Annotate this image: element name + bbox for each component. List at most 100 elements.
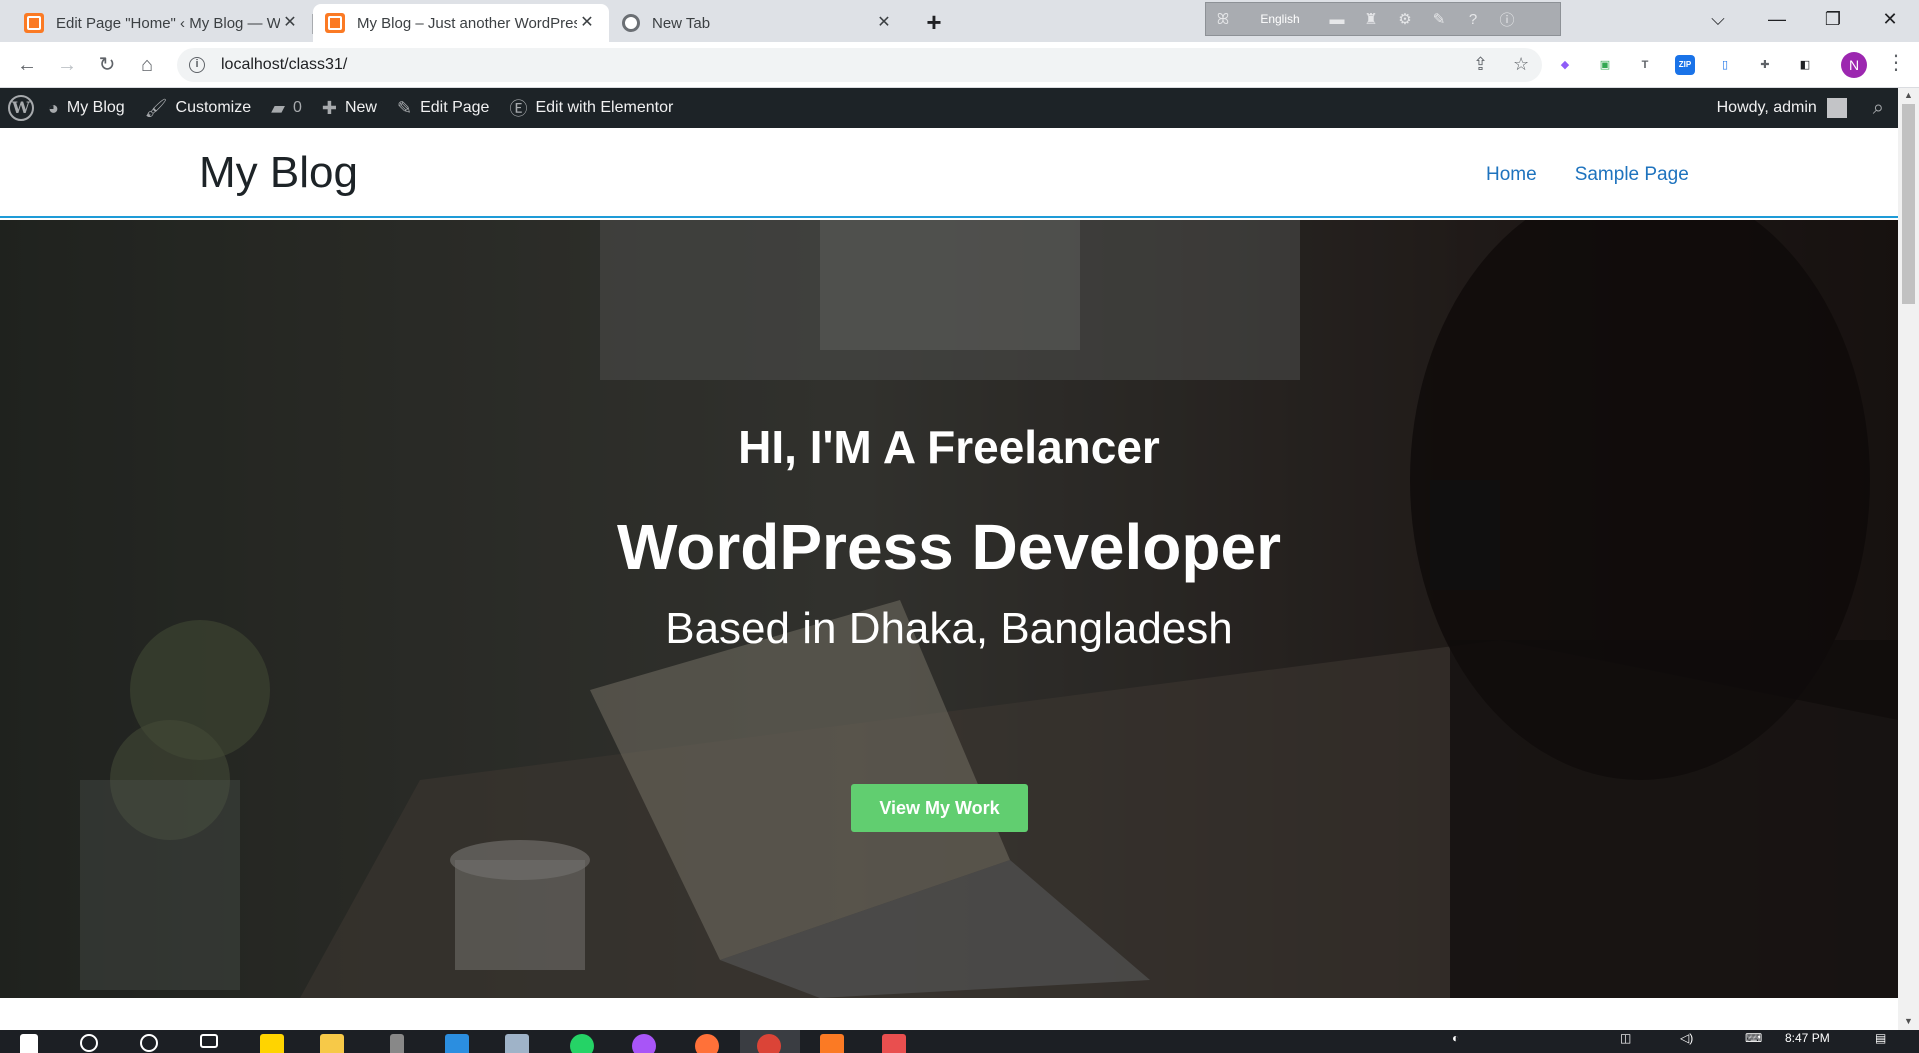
tab-edit-page[interactable]: Edit Page "Home" ‹ My Blog — W ✕ (12, 4, 312, 42)
comments-count: 0 (292, 99, 302, 116)
pencil-icon: ✎ (396, 97, 413, 118)
admin-customize-link[interactable]: 🖌 Customize (135, 88, 261, 128)
next-section (0, 998, 1898, 1030)
admin-site-link[interactable]: ◕ My Blog (38, 88, 135, 128)
hero-eyebrow: HI, I'M A Freelancer (738, 421, 1160, 473)
taskbar-clock[interactable]: 8:47 PM (1785, 1031, 1830, 1045)
brush-icon: 🖌 (144, 97, 168, 118)
notification-icon[interactable]: ▤ (1875, 1031, 1886, 1045)
sticky-notes-icon[interactable] (260, 1034, 284, 1053)
tab-strip: Edit Page "Home" ‹ My Blog — W ✕ My Blog… (0, 0, 1919, 42)
start-icon[interactable] (20, 1034, 38, 1053)
language-toolbar: ꕤ English ▬ ♜ ⚙ ✎ ? ⓘ (1205, 2, 1561, 36)
minimize-button[interactable]: — (1749, 0, 1805, 38)
search-icon[interactable]: ⌕ (1873, 97, 1884, 120)
network-icon[interactable]: ◫ (1620, 1031, 1631, 1045)
back-button[interactable]: ← (12, 50, 42, 80)
admin-elementor-link[interactable]: Ⓔ Edit with Elementor (499, 88, 683, 128)
extensions-icon[interactable]: ✚ (1755, 55, 1775, 75)
whatsapp-icon[interactable] (570, 1034, 594, 1053)
view-my-work-button[interactable]: View My Work (851, 784, 1028, 832)
help-icon[interactable]: ? (1456, 11, 1490, 28)
firefox-icon[interactable] (695, 1034, 719, 1053)
url-text[interactable]: localhost/class31/ (221, 56, 347, 74)
forward-button[interactable]: → (52, 50, 82, 80)
page-viewport: W ◕ My Blog 🖌 Customize ▰ 0 ✚ New ✎ Edit… (0, 88, 1898, 1030)
tab-title: My Blog – Just another WordPres (357, 14, 577, 32)
comment-bubble-icon: ▰ (271, 97, 285, 118)
site-title[interactable]: My Blog (199, 148, 358, 198)
task-view-icon[interactable] (200, 1034, 218, 1048)
windows-taskbar: ◐ ◫ ◁) ⌨ 8:47 PM ▤ (0, 1030, 1919, 1053)
ext-image-icon[interactable]: ▣ (1595, 55, 1615, 75)
tab-new-tab[interactable]: New Tab ✕ (610, 4, 906, 42)
chrome-icon (622, 14, 640, 32)
pen-icon[interactable]: ✎ (1422, 10, 1456, 28)
howdy-user[interactable]: Howdy, admin (1717, 99, 1817, 117)
tool-icon[interactable]: ♜ (1354, 10, 1388, 28)
share-icon[interactable]: ⇪ (1473, 54, 1488, 75)
vscode-icon[interactable] (445, 1034, 469, 1053)
close-icon[interactable]: ✕ (577, 13, 597, 33)
wordpress-logo-icon[interactable]: W (8, 95, 34, 121)
hero-section: HI, I'M A Freelancer WordPress Developer… (0, 220, 1898, 998)
site-header: My Blog Home Sample Page (0, 128, 1898, 218)
paint-icon[interactable] (882, 1034, 906, 1053)
main-navigation: Home Sample Page (1486, 164, 1689, 186)
admin-edit-page-link[interactable]: ✎ Edit Page (387, 88, 499, 128)
messenger-icon[interactable] (632, 1034, 656, 1053)
xampp-taskbar-icon[interactable] (820, 1034, 844, 1053)
admin-new-link[interactable]: ✚ New (312, 88, 387, 128)
ext-zip-icon[interactable]: ZIP (1675, 55, 1695, 75)
bookmark-star-icon[interactable]: ☆ (1513, 54, 1529, 75)
page-scrollbar[interactable]: ▲ ▼ (1898, 88, 1919, 1030)
close-icon[interactable]: ✕ (280, 13, 300, 33)
user-avatar[interactable] (1826, 98, 1847, 118)
nav-sample-page[interactable]: Sample Page (1575, 164, 1689, 186)
ext-puzzle-color-icon[interactable]: ◆ (1555, 55, 1575, 75)
side-panel-icon[interactable]: ◧ (1795, 55, 1815, 75)
dashboard-icon: ◕ (48, 97, 59, 118)
keyboard-icon[interactable]: ▬ (1320, 11, 1354, 28)
browser-toolbar: ← → ↻ ⌂ i localhost/class31/ ⇪ ☆ ◆ ▣ T ZIP ▯… (0, 42, 1919, 88)
reload-button[interactable]: ↻ (92, 50, 122, 80)
site-info-icon[interactable]: i (189, 57, 205, 73)
ext-font-icon[interactable]: T (1635, 55, 1655, 75)
ext-phone-icon[interactable]: ▯ (1715, 55, 1735, 75)
language-selector[interactable]: English (1240, 12, 1320, 26)
address-bar[interactable]: i localhost/class31/ ⇪ ☆ (177, 48, 1542, 82)
admin-comments-link[interactable]: ▰ 0 (261, 88, 312, 128)
info-icon[interactable]: ⓘ (1490, 9, 1524, 30)
restore-button[interactable]: ❐ (1805, 0, 1861, 38)
notepad-icon[interactable] (505, 1034, 529, 1053)
file-explorer-icon[interactable] (320, 1034, 344, 1053)
tab-search-button[interactable]: ⌵ (1690, 0, 1746, 38)
admin-site-label: My Blog (66, 99, 125, 116)
close-icon[interactable]: ✕ (874, 13, 894, 33)
cortana-icon[interactable] (140, 1034, 158, 1052)
profile-avatar[interactable]: N (1841, 52, 1867, 78)
settings-icon[interactable]: ⚙ (1388, 10, 1422, 28)
input-method-icon[interactable]: ꕤ (1206, 11, 1240, 28)
chrome-taskbar-icon[interactable] (757, 1034, 781, 1053)
elementor-icon: Ⓔ (509, 99, 528, 119)
new-tab-button[interactable]: + (918, 7, 950, 39)
tab-title: Edit Page "Home" ‹ My Blog — W (56, 14, 280, 32)
keyboard-layout-icon[interactable]: ⌨ (1745, 1031, 1762, 1045)
search-icon[interactable] (80, 1034, 98, 1052)
close-window-button[interactable]: ✕ (1862, 0, 1918, 38)
nav-home[interactable]: Home (1486, 164, 1537, 186)
tab-my-blog[interactable]: My Blog – Just another WordPres ✕ (313, 4, 609, 42)
scroll-thumb[interactable] (1902, 104, 1915, 304)
admin-edit-page-label: Edit Page (420, 99, 490, 116)
xampp-icon (24, 13, 44, 33)
scroll-up-icon[interactable]: ▲ (1902, 90, 1915, 102)
hero-location: Based in Dhaka, Bangladesh (665, 604, 1233, 653)
menu-icon[interactable]: ⋮ (1886, 50, 1906, 75)
scroll-down-icon[interactable]: ▼ (1902, 1016, 1915, 1028)
weather-icon[interactable]: ◐ (1452, 1031, 1459, 1045)
volume-icon[interactable]: ◁) (1680, 1031, 1693, 1045)
home-button[interactable]: ⌂ (132, 50, 162, 80)
pen-app-icon[interactable] (390, 1034, 404, 1053)
screen: Edit Page "Home" ‹ My Blog — W ✕ My Blog… (0, 0, 1919, 1053)
